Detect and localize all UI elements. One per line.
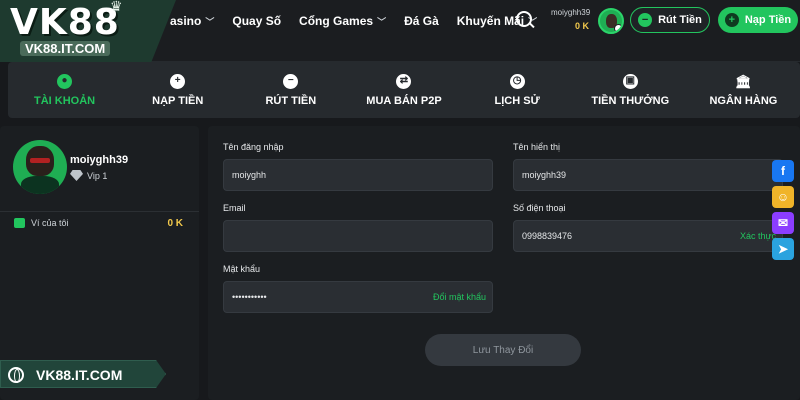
tab-label: NẠP TIỀN xyxy=(152,94,204,107)
nav-label: Cổng Games xyxy=(299,14,374,28)
vip-level: Vip 1 xyxy=(70,170,107,181)
display-name-label: Tên hiển thị xyxy=(513,142,561,152)
tab-label: NGÂN HÀNG xyxy=(709,94,778,107)
minus-circle-icon: − xyxy=(638,13,653,27)
save-changes-button[interactable]: Lưu Thay Đổi xyxy=(425,334,581,366)
chevron-down-icon: ﹀ xyxy=(377,16,387,27)
login-label: Tên đăng nhập xyxy=(223,142,284,152)
avatar-badge-icon xyxy=(614,24,622,32)
profile-username: moiyghh39 xyxy=(70,154,129,166)
avatar-body xyxy=(21,176,59,194)
deposit-button[interactable]: + Nạp Tiền xyxy=(718,7,798,33)
deposit-label: Nạp Tiền xyxy=(744,14,792,26)
email-label: Email xyxy=(223,203,246,213)
logo-url: VK88.IT.COM xyxy=(20,41,111,56)
search-icon[interactable] xyxy=(514,9,536,31)
minus-circle-icon: − xyxy=(283,73,299,89)
withdraw-label: Rút Tiền xyxy=(658,14,702,26)
plus-circle-icon: + xyxy=(724,13,739,27)
nav-label: Đá Gà xyxy=(404,14,439,28)
tab-nap-tien[interactable]: + NẠP TIỀN xyxy=(121,62,234,118)
phone-value: 0998839476 xyxy=(522,231,573,241)
top-bar: VK88 ♛ VK88.IT.COM asino ﹀ Quay Số Cổng … xyxy=(0,0,800,62)
logo-text: VK88 xyxy=(10,2,120,43)
gift-icon: ▣ xyxy=(622,73,638,89)
phone-field[interactable]: 0998839476 Xác thực xyxy=(513,220,783,252)
header-avatar[interactable] xyxy=(598,8,624,34)
crown-icon: ♛ xyxy=(110,0,123,14)
password-value: ••••••••••• xyxy=(232,292,267,302)
tab-label: TIỀN THƯỞNG xyxy=(591,94,670,107)
nav-item-quay-so[interactable]: Quay Số xyxy=(232,14,281,28)
telegram-icon[interactable]: ➤ xyxy=(772,238,794,260)
clock-icon: ◷ xyxy=(509,73,525,89)
avatar-glasses xyxy=(30,158,50,163)
tab-tien-thuong[interactable]: ▣ TIỀN THƯỞNG xyxy=(574,62,687,118)
phone-label: Số điện thoại xyxy=(513,203,566,213)
messenger-icon[interactable]: ✉ xyxy=(772,212,794,234)
header-user-info[interactable]: moiyghh39 0 K xyxy=(551,8,591,31)
facebook-icon[interactable]: f xyxy=(772,160,794,182)
tab-label: TÀI KHOẢN xyxy=(34,94,96,107)
tab-mua-ban-p2p[interactable]: ⇄ MUA BÁN P2P xyxy=(347,62,460,118)
exchange-icon: ⇄ xyxy=(396,73,412,89)
header-balance: 0 K xyxy=(574,21,589,31)
group-icon[interactable]: ☺ xyxy=(772,186,794,208)
tab-ngan-hang[interactable]: 🏛 NGÂN HÀNG xyxy=(687,62,800,118)
withdraw-button[interactable]: − Rút Tiền xyxy=(630,7,710,33)
wallet-balance: 0 K xyxy=(167,218,183,229)
site-url-text: VK88.IT.COM xyxy=(36,367,123,383)
account-tabs: ● TÀI KHOẢN + NẠP TIỀN − RÚT TIỀN ⇄ MUA … xyxy=(8,62,800,118)
logo[interactable]: VK88 ♛ VK88.IT.COM xyxy=(0,0,176,62)
person-icon: ● xyxy=(57,73,73,89)
header-username: moiyghh39 xyxy=(551,8,591,17)
tab-lich-su[interactable]: ◷ LỊCH SỬ xyxy=(461,62,574,118)
tab-tai-khoan[interactable]: ● TÀI KHOẢN xyxy=(8,62,121,118)
tab-label: LỊCH SỬ xyxy=(494,94,540,107)
profile-panel: moiyghh39 Vip 1 Ví của tôi 0 K xyxy=(0,126,199,400)
account-form: Tên đăng nhập moiyghh Tên hiển thị moiyg… xyxy=(208,126,800,400)
wallet-row[interactable]: Ví của tôi xyxy=(14,218,69,228)
globe-icon xyxy=(8,367,24,383)
tab-label: MUA BÁN P2P xyxy=(366,94,442,107)
main-nav: asino ﹀ Quay Số Cổng Games ﹀ Đá Gà Khuyế… xyxy=(170,12,555,30)
social-links: f ☺ ✉ ➤ xyxy=(772,160,794,260)
nav-label: Quay Số xyxy=(232,14,282,28)
avatar[interactable] xyxy=(13,140,67,194)
wallet-label: Ví của tôi xyxy=(31,218,69,228)
nav-item-cong-games[interactable]: Cổng Games ﹀ xyxy=(299,14,386,28)
plus-circle-icon: + xyxy=(170,73,186,89)
bank-icon: 🏛 xyxy=(735,73,752,89)
password-label: Mật khẩu xyxy=(223,264,261,274)
login-value: moiyghh xyxy=(232,170,267,180)
nav-item-casino[interactable]: asino ﹀ xyxy=(170,14,214,28)
tab-label: RÚT TIỀN xyxy=(265,94,317,107)
login-field[interactable]: moiyghh xyxy=(223,159,493,191)
diamond-icon xyxy=(70,170,83,181)
divider xyxy=(0,211,199,212)
chevron-down-icon: ﹀ xyxy=(205,16,215,27)
vip-label: Vip 1 xyxy=(87,170,108,181)
display-name-value: moiyghh39 xyxy=(522,170,567,180)
site-url-badge[interactable]: VK88.IT.COM xyxy=(0,360,166,388)
verify-phone-link[interactable]: Xác thực xyxy=(740,231,776,241)
nav-item-da-ga[interactable]: Đá Gà xyxy=(404,14,439,28)
email-field[interactable] xyxy=(223,220,493,252)
password-field[interactable]: ••••••••••• Đổi mật khẩu xyxy=(223,281,493,313)
change-password-link[interactable]: Đổi mật khẩu xyxy=(433,292,486,302)
nav-label: asino xyxy=(170,14,202,28)
display-name-field[interactable]: moiyghh39 xyxy=(513,159,783,191)
tab-rut-tien[interactable]: − RÚT TIỀN xyxy=(234,62,347,118)
wallet-icon xyxy=(14,218,25,228)
